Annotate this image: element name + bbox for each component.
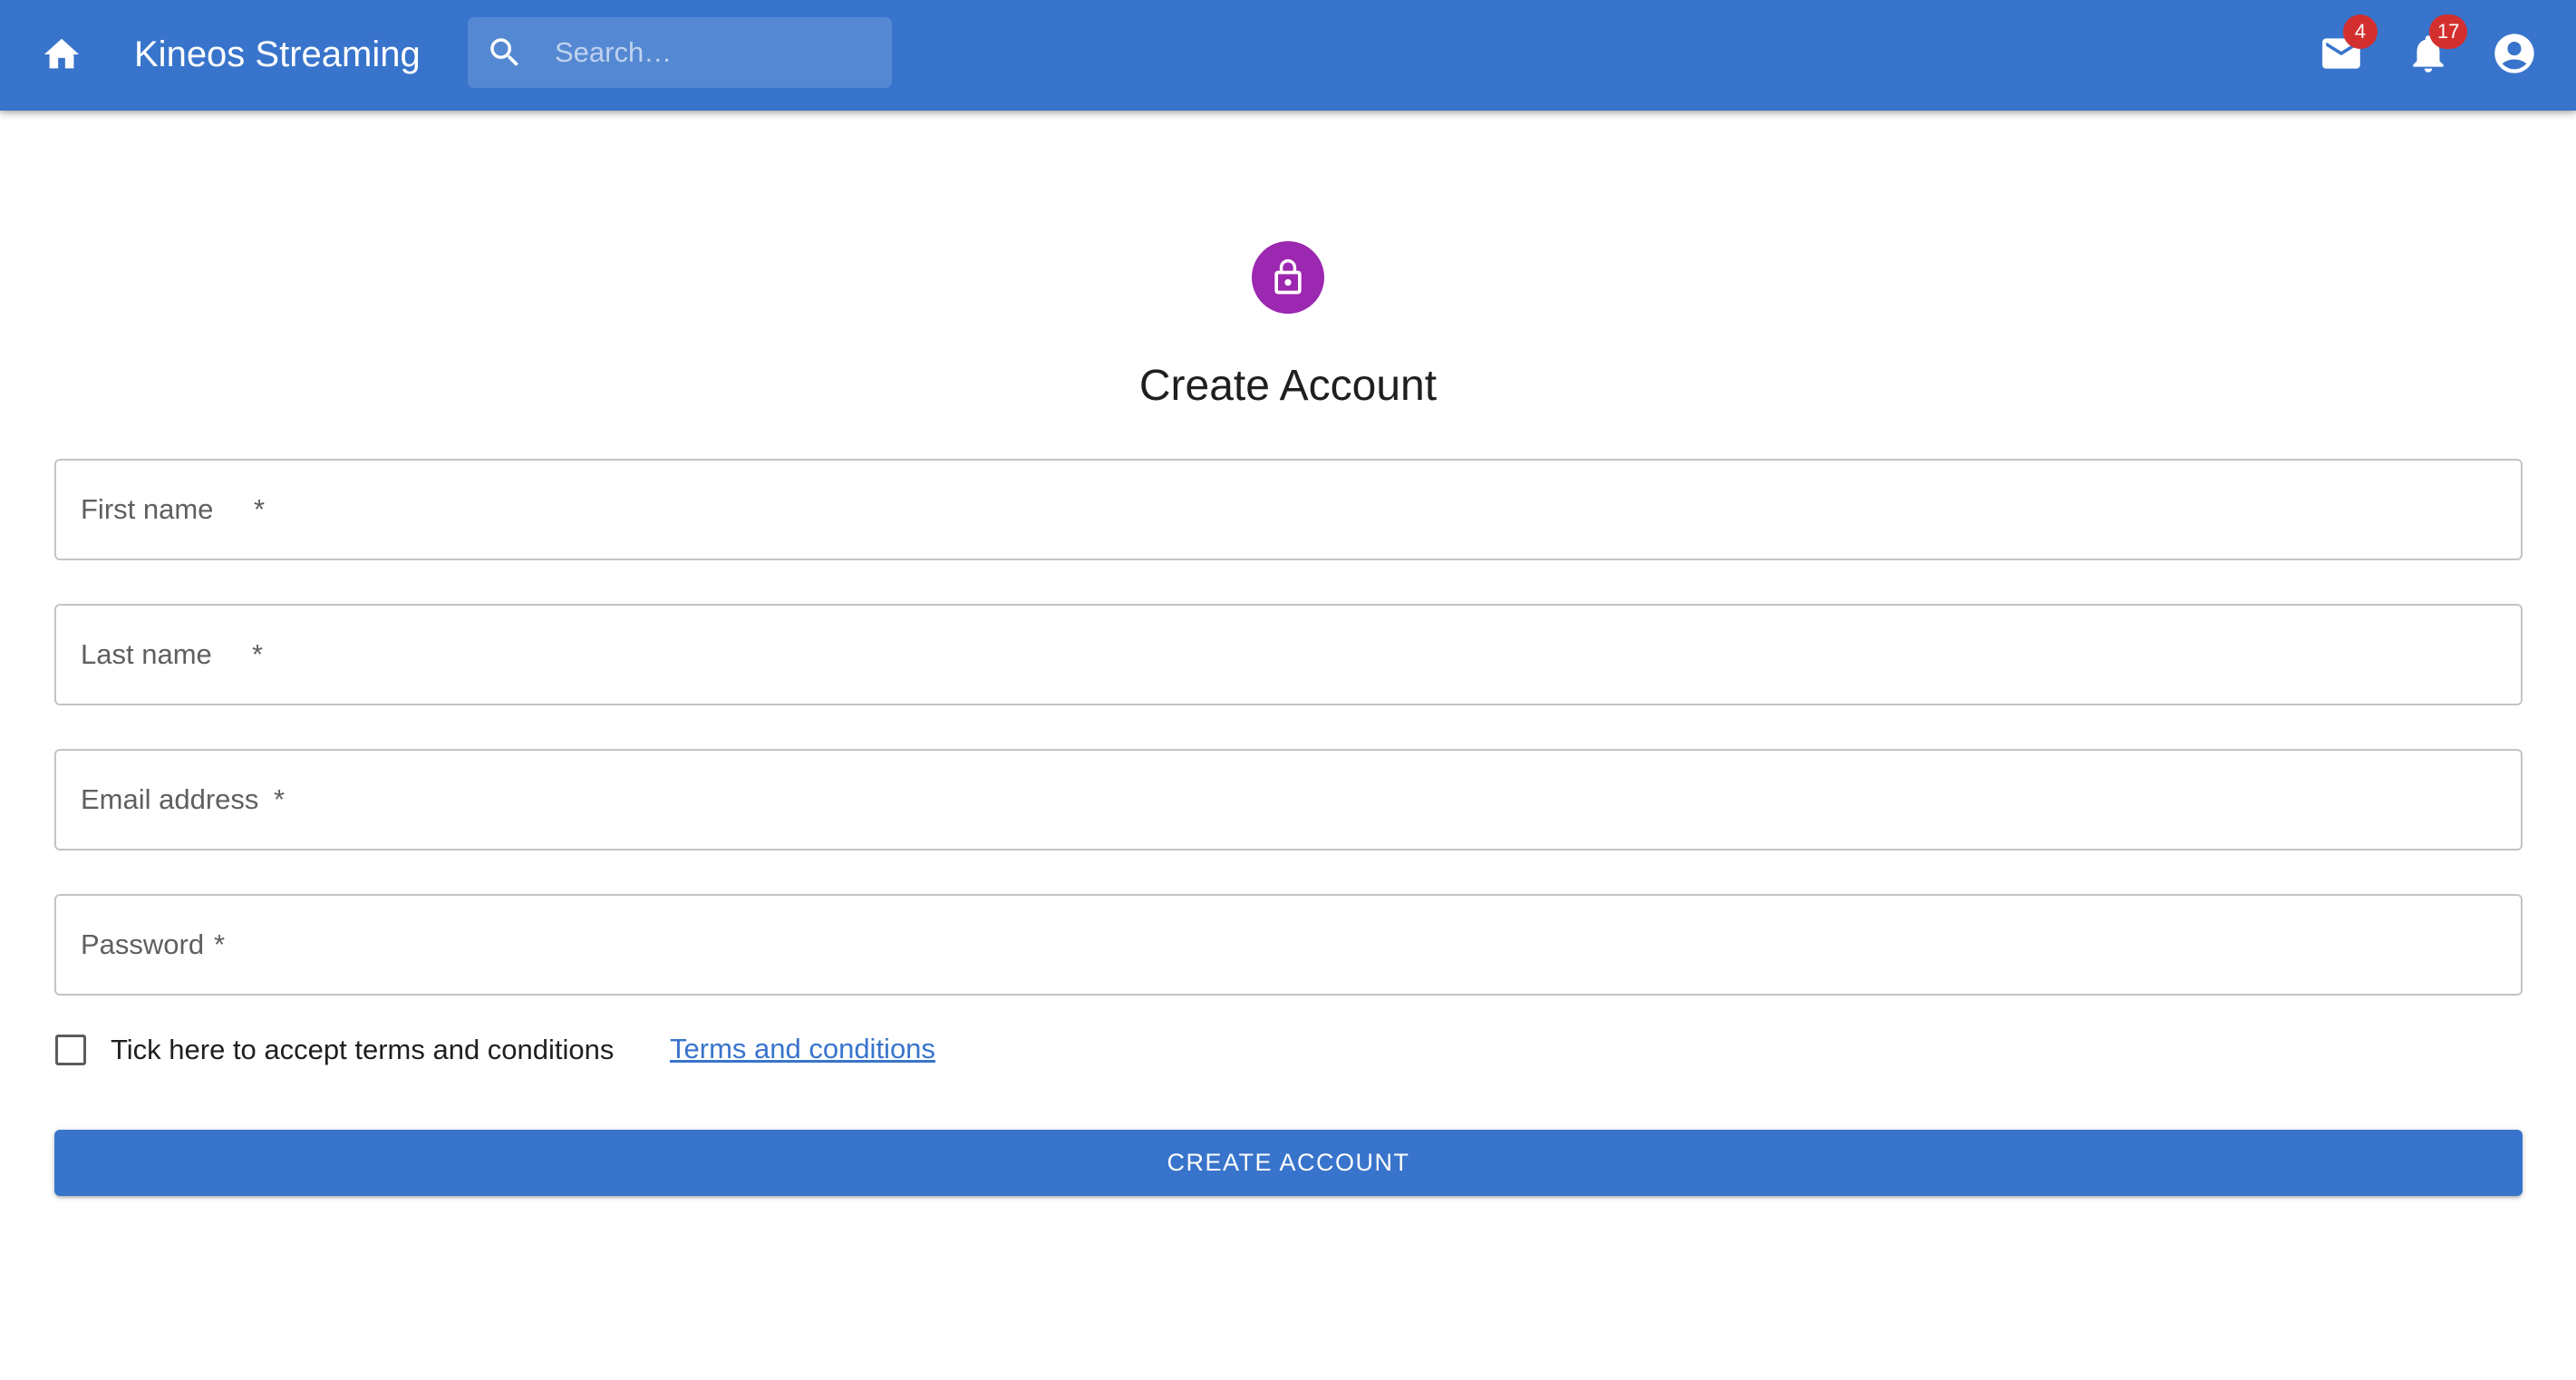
- app-title: Kineos Streaming: [134, 34, 421, 74]
- lock-avatar: [1252, 241, 1324, 314]
- password-label: Password: [81, 928, 205, 960]
- first-name-label: First name: [81, 493, 214, 525]
- home-icon: [44, 38, 80, 69]
- lock-icon: [1274, 258, 1302, 295]
- last-name-label: Last name: [81, 638, 212, 670]
- terms-row: Tick here to accept terms and conditions…: [54, 1025, 1142, 1070]
- mail-button[interactable]: 4: [2313, 15, 2377, 82]
- mail-badge: 4: [2343, 15, 2377, 49]
- search-box[interactable]: [468, 17, 892, 88]
- first-name-field[interactable]: First name *: [54, 459, 2523, 560]
- app-bar: Kineos Streaming 4 17: [0, 0, 2576, 111]
- terms-link[interactable]: Terms and conditions: [670, 1025, 935, 1074]
- last-name-field[interactable]: Last name *: [54, 604, 2523, 705]
- required-mark: *: [274, 783, 286, 815]
- home-button[interactable]: [34, 27, 89, 82]
- search-icon: [490, 38, 518, 66]
- required-mark: *: [252, 638, 264, 670]
- page-title: Create Account: [1138, 362, 1438, 410]
- terms-checkbox[interactable]: [55, 1035, 86, 1065]
- terms-checkbox-label[interactable]: Tick here to accept terms and conditions: [111, 1025, 614, 1075]
- search-input[interactable]: [555, 17, 881, 88]
- notifications-badge: 17: [2429, 15, 2468, 49]
- notifications-button[interactable]: 17: [2400, 15, 2468, 82]
- email-field[interactable]: Email address *: [54, 749, 2523, 850]
- create-account-button[interactable]: CREATE ACCOUNT: [54, 1130, 2523, 1196]
- account-circle-icon: [2494, 34, 2534, 73]
- required-mark: *: [254, 493, 266, 525]
- required-mark: *: [214, 928, 226, 960]
- account-button[interactable]: [2486, 25, 2542, 82]
- email-label: Email address: [81, 783, 259, 815]
- password-field[interactable]: Password *: [54, 894, 2523, 996]
